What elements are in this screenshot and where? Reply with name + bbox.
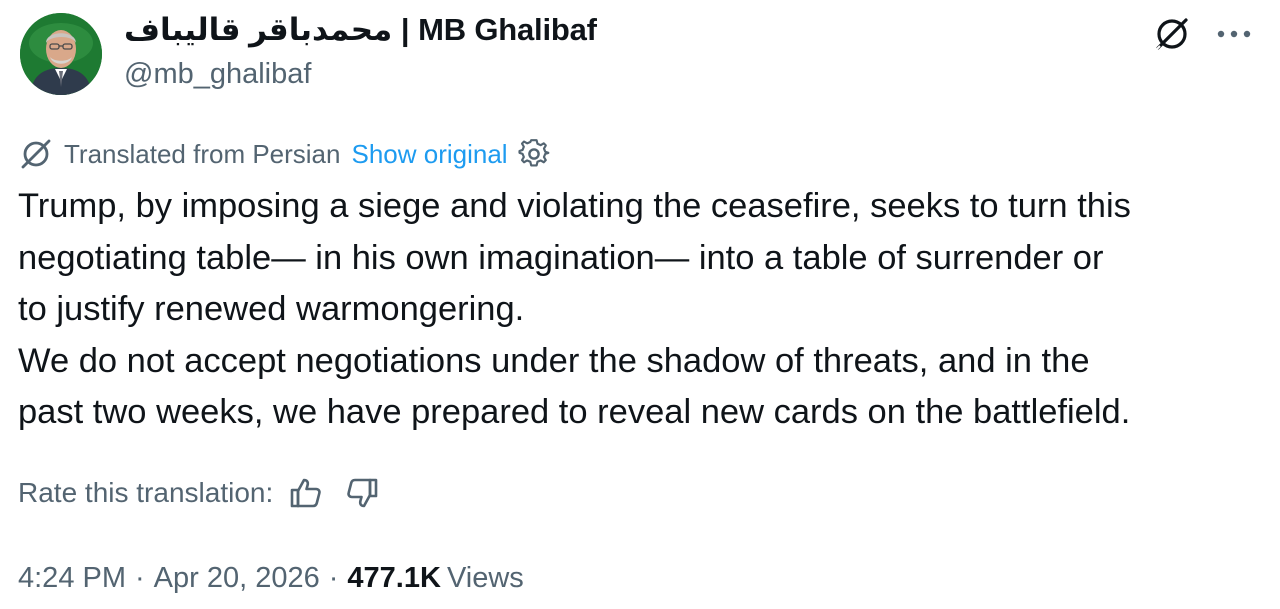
tweet: محمدباقر قالیباف | MB Ghalibaf @mb_ghali… xyxy=(0,0,1280,609)
avatar[interactable] xyxy=(20,13,102,95)
user-handle[interactable]: @mb_ghalibaf xyxy=(124,58,311,91)
translated-from-label: Translated from Persian xyxy=(64,138,341,169)
more-icon xyxy=(1217,30,1251,38)
rate-translation-label: Rate this translation: xyxy=(18,477,274,508)
gear-icon[interactable] xyxy=(517,138,550,170)
thumbs-down-button[interactable] xyxy=(343,474,381,512)
grok-icon xyxy=(1155,18,1188,51)
tweet-time[interactable]: 4:24 PM xyxy=(18,562,126,595)
profile-photo xyxy=(20,13,102,95)
thumbs-up-button[interactable] xyxy=(287,474,325,512)
views-label: Views xyxy=(446,561,524,594)
tweet-text-line: to justify renewed warmongering. xyxy=(18,290,525,328)
separator-dot: · xyxy=(328,561,339,594)
grok-icon xyxy=(18,136,54,172)
tweet-text-line: negotiating table— in his own imaginatio… xyxy=(18,238,1104,277)
tweet-date[interactable]: Apr 20, 2026 xyxy=(154,562,320,595)
grok-button[interactable] xyxy=(1150,12,1194,56)
tweet-text: Trump, by imposing a siege and violating… xyxy=(18,181,1268,439)
views-count: 477.1K xyxy=(347,561,441,594)
rate-translation: Rate this translation: xyxy=(18,472,381,514)
tweet-text-line: We do not accept negotiations under the … xyxy=(18,341,1090,380)
more-options-button[interactable] xyxy=(1212,12,1256,56)
tweet-meta: 4:24 PM · Apr 20, 2026 · 477.1K Views xyxy=(18,558,524,598)
show-original-link[interactable]: Show original xyxy=(351,139,507,170)
thumbs-down-icon xyxy=(347,478,378,508)
display-name[interactable]: محمدباقر قالیباف | MB Ghalibaf xyxy=(124,12,597,48)
thumbs-up-icon xyxy=(290,478,322,508)
tweet-text-line: Trump, by imposing a siege and violating… xyxy=(18,187,1131,225)
tweet-text-line: past two weeks, we have prepared to reve… xyxy=(18,393,1131,431)
separator-dot: · xyxy=(135,561,145,594)
translation-bar: Translated from Persian Show original xyxy=(18,134,550,174)
